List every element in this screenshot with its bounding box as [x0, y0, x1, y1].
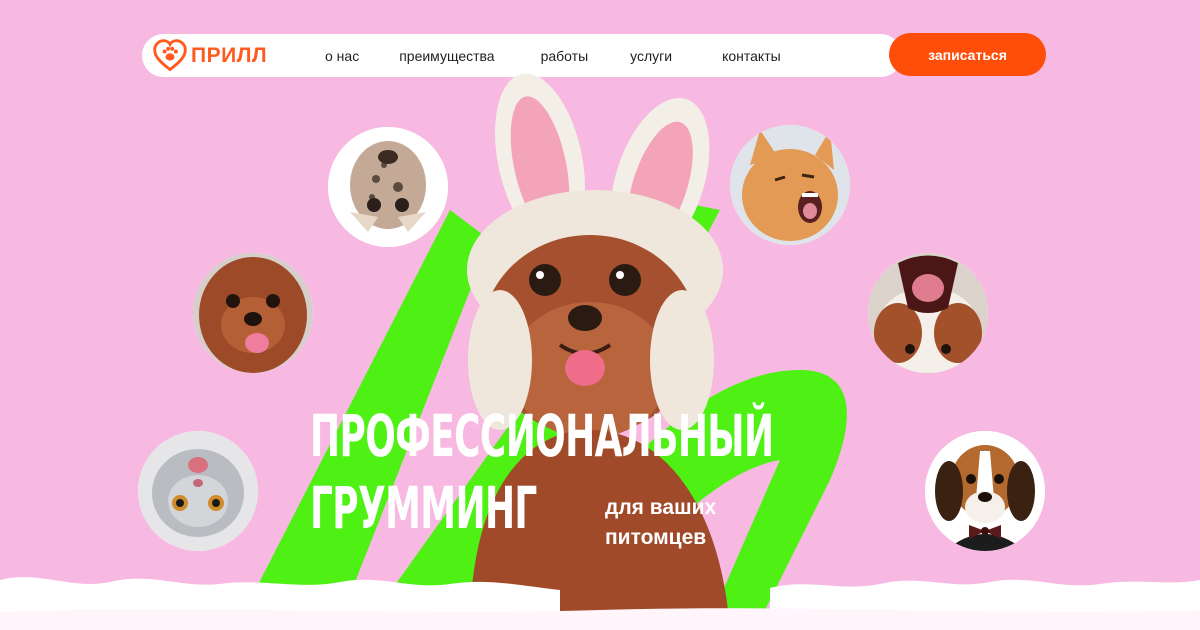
pet-circle-grey-cat	[138, 431, 258, 551]
heart-paw-icon	[153, 38, 187, 71]
pet-circle-spotted-dog	[328, 127, 448, 247]
pet-circle-ginger-cat	[730, 125, 850, 245]
signup-button[interactable]: записаться	[889, 33, 1046, 76]
brand-logo[interactable]: ПРИЛЛ	[152, 38, 267, 74]
bottom-wave-divider	[0, 577, 1200, 630]
hero-title-line2: ГРУММИНГ	[310, 474, 537, 542]
nav-link-contacts[interactable]: контакты	[722, 48, 781, 64]
landing-page: ПРИЛЛ о нас преимущества работы услуги к…	[0, 0, 1200, 630]
hero-title: ПРОФЕССИОНАЛЬНЫЙ ГРУММИНГ	[310, 402, 1057, 539]
nav-link-works[interactable]: работы	[541, 48, 589, 64]
nav-link-advantages[interactable]: преимущества	[399, 48, 494, 64]
pet-circle-poodle-puppy	[193, 253, 313, 373]
brand-name: ПРИЛЛ	[191, 43, 268, 67]
hero-subtitle: для ваших питомцев	[605, 496, 717, 549]
pet-circle-yawning-dog	[868, 253, 988, 373]
nav-link-services[interactable]: услуги	[630, 48, 672, 64]
nav-link-about[interactable]: о нас	[325, 48, 359, 64]
hero-title-line1: ПРОФЕССИОНАЛЬНЫЙ	[310, 402, 774, 470]
